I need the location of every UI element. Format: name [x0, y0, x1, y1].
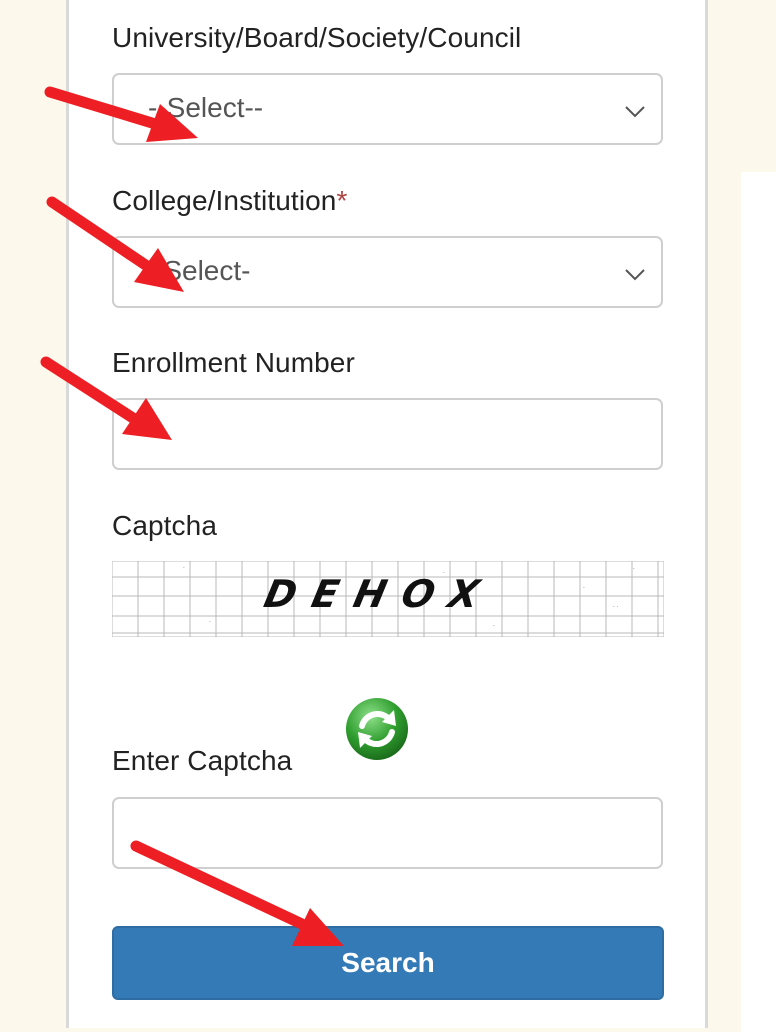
svg-text:-: - — [208, 618, 212, 625]
college-select-value: -Select- — [154, 255, 251, 286]
refresh-icon[interactable] — [344, 696, 410, 762]
college-select[interactable]: -Select- — [112, 236, 663, 308]
college-label-text: College/Institution — [112, 185, 337, 216]
college-label: College/Institution* — [112, 185, 347, 217]
chevron-down-icon — [625, 269, 645, 281]
university-label: University/Board/Society/Council — [112, 22, 522, 53]
captcha-text: DEHOX — [260, 572, 499, 617]
right-side-strip — [741, 172, 776, 1032]
enrollment-input[interactable] — [112, 398, 663, 470]
svg-text:.: . — [632, 564, 636, 571]
enrollment-label: Enrollment Number — [112, 347, 355, 378]
captcha-image: --. -..- -. DEHOX — [112, 561, 664, 637]
svg-text:-: - — [182, 564, 186, 571]
captcha-label: Captcha — [112, 510, 217, 541]
enter-captcha-input[interactable] — [112, 797, 663, 869]
svg-text:..: .. — [612, 602, 619, 609]
required-mark: * — [336, 185, 348, 216]
enter-captcha-label: Enter Captcha — [112, 745, 293, 776]
svg-text:-: - — [582, 584, 586, 591]
chevron-down-icon — [625, 106, 645, 118]
svg-text:-: - — [492, 622, 496, 629]
university-select[interactable]: --Select-- — [112, 73, 663, 145]
university-select-value: --Select-- — [148, 92, 264, 123]
search-button[interactable]: Search — [112, 926, 664, 1000]
